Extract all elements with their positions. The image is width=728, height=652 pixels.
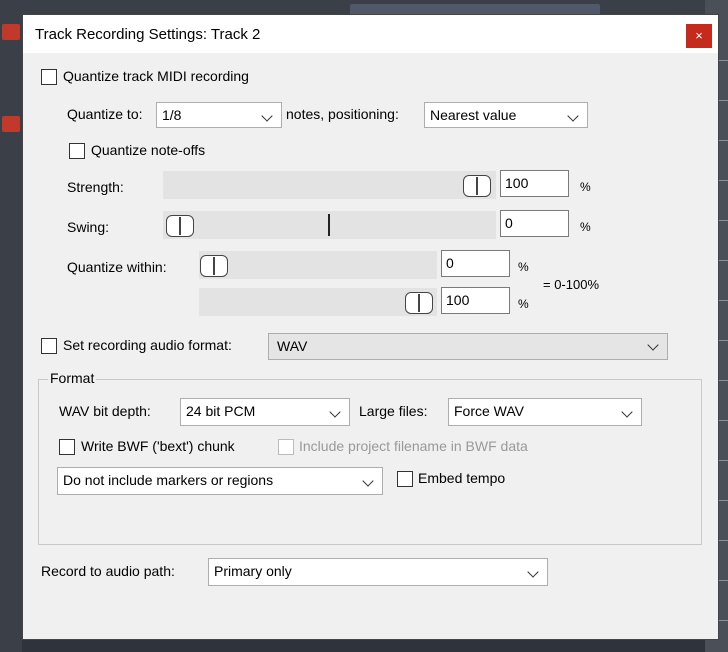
write-bwf-label: Write BWF ('bext') chunk xyxy=(81,438,235,454)
include-filename-checkbox[interactable] xyxy=(278,439,294,455)
swing-slider[interactable] xyxy=(163,211,496,239)
dialog-title: Track Recording Settings: Track 2 xyxy=(35,26,261,43)
close-button[interactable]: × xyxy=(686,24,712,48)
audio-format-value: WAV xyxy=(277,338,308,354)
strength-slider-thumb[interactable] xyxy=(463,175,491,197)
set-audio-format-checkbox[interactable] xyxy=(41,338,57,354)
set-audio-format-label: Set recording audio format: xyxy=(63,337,232,353)
quantize-to-value: 1/8 xyxy=(162,107,182,123)
quantize-within-max-value: 100 xyxy=(446,292,470,308)
chevron-down-icon xyxy=(567,110,579,122)
format-group-label: Format xyxy=(48,370,97,386)
wav-bit-depth-dropdown[interactable]: 24 bit PCM xyxy=(180,398,350,426)
markers-dropdown[interactable]: Do not include markers or regions xyxy=(57,467,383,495)
chevron-down-icon xyxy=(621,406,633,418)
quantize-within-range-note: = 0-100% xyxy=(543,277,600,292)
quantize-note-offs-checkbox[interactable] xyxy=(69,143,85,159)
quantize-midi-label: Quantize track MIDI recording xyxy=(63,68,249,84)
swing-input[interactable]: 0 xyxy=(500,210,569,237)
wav-bit-depth-label: WAV bit depth: xyxy=(59,403,151,419)
record-path-value: Primary only xyxy=(214,563,292,579)
track-recording-settings-dialog: Track Recording Settings: Track 2 × Quan… xyxy=(22,14,719,640)
quantize-within-label: Quantize within: xyxy=(67,259,167,275)
quantize-within-min-value: 0 xyxy=(446,255,454,271)
chevron-down-icon xyxy=(362,475,374,487)
large-files-value: Force WAV xyxy=(454,403,525,419)
quantize-within-max-slider[interactable] xyxy=(199,288,437,316)
quantize-within-min-thumb[interactable] xyxy=(200,255,228,277)
record-path-dropdown[interactable]: Primary only xyxy=(208,558,548,586)
chevron-down-icon xyxy=(329,406,341,418)
swing-value: 0 xyxy=(505,215,513,231)
quantize-within-max-input[interactable]: 100 xyxy=(441,287,510,314)
quantize-midi-checkbox[interactable] xyxy=(41,69,57,85)
notes-positioning-label: notes, positioning: xyxy=(286,106,399,122)
swing-label: Swing: xyxy=(67,219,110,235)
chevron-down-icon xyxy=(527,566,539,578)
background-track-panel xyxy=(0,0,22,652)
background-timeline xyxy=(22,640,705,652)
record-path-label: Record to audio path: xyxy=(41,563,175,579)
embed-tempo-checkbox[interactable] xyxy=(397,471,413,487)
swing-slider-thumb[interactable] xyxy=(166,215,194,237)
embed-tempo-label: Embed tempo xyxy=(418,470,506,486)
strength-unit: % xyxy=(580,180,591,194)
quantize-to-label: Quantize to: xyxy=(67,106,143,122)
positioning-dropdown[interactable]: Nearest value xyxy=(424,102,588,128)
quantize-within-min-slider[interactable] xyxy=(199,251,437,279)
quantize-note-offs-label: Quantize note-offs xyxy=(91,142,206,158)
wav-bit-depth-value: 24 bit PCM xyxy=(186,403,256,419)
record-arm-icon xyxy=(2,24,20,40)
large-files-dropdown[interactable]: Force WAV xyxy=(448,398,642,426)
strength-value: 100 xyxy=(505,175,529,191)
large-files-label: Large files: xyxy=(359,403,428,419)
quantize-within-max-thumb[interactable] xyxy=(405,292,433,314)
markers-value: Do not include markers or regions xyxy=(63,472,274,488)
swing-unit: % xyxy=(580,220,591,234)
chevron-down-icon xyxy=(261,110,273,122)
quantize-to-dropdown[interactable]: 1/8 xyxy=(156,102,282,128)
quantize-within-min-input[interactable]: 0 xyxy=(441,250,510,277)
chevron-down-icon xyxy=(647,339,659,351)
strength-label: Strength: xyxy=(67,179,124,195)
quantize-within-min-unit: % xyxy=(518,260,529,274)
swing-center-tick xyxy=(328,214,330,236)
strength-slider[interactable] xyxy=(163,171,496,199)
record-arm-icon xyxy=(2,116,20,132)
title-bar: Track Recording Settings: Track 2 × xyxy=(23,15,718,53)
write-bwf-checkbox[interactable] xyxy=(59,439,75,455)
strength-input[interactable]: 100 xyxy=(500,170,569,197)
quantize-within-max-unit: % xyxy=(518,297,529,311)
include-filename-label: Include project filename in BWF data xyxy=(299,438,528,454)
audio-format-dropdown[interactable]: WAV xyxy=(268,333,668,360)
positioning-value: Nearest value xyxy=(430,107,517,123)
